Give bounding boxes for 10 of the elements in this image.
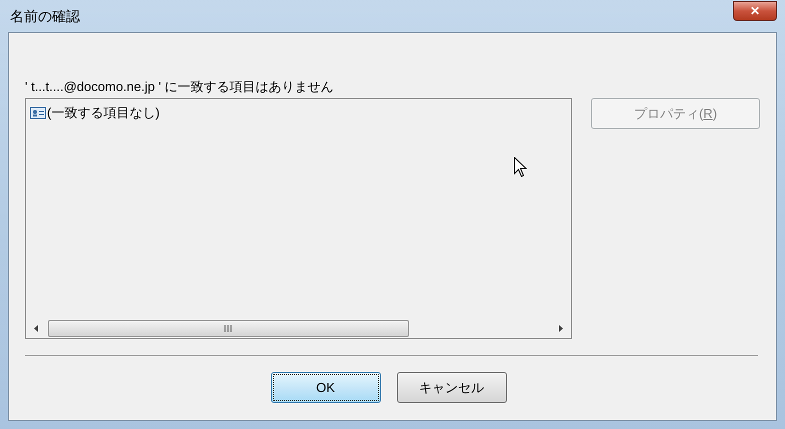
window-title: 名前の確認: [10, 6, 80, 26]
contact-card-icon: [30, 106, 46, 119]
close-button[interactable]: ✕: [733, 1, 777, 21]
grip-icon: [224, 325, 233, 332]
cancel-button[interactable]: キャンセル: [396, 372, 506, 403]
ok-button[interactable]: OK: [270, 372, 380, 403]
no-match-message: ' t...t....@docomo.ne.jp ' に一致する項目はありません: [25, 78, 334, 96]
list-item[interactable]: (一致する項目なし): [30, 103, 160, 122]
mouse-cursor-icon: [514, 157, 527, 178]
scrollbar-thumb[interactable]: [48, 320, 409, 337]
